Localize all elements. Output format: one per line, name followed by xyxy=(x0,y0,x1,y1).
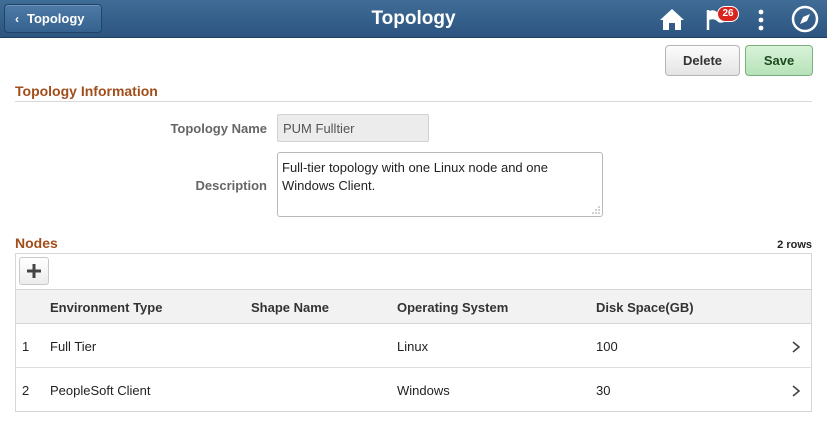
home-icon[interactable] xyxy=(659,7,685,31)
environment-type-cell: PeopleSoft Client xyxy=(50,383,151,398)
topology-name-field: PUM Fulltier xyxy=(277,114,429,142)
nodes-heading: Nodes xyxy=(15,235,58,251)
row-number: 1 xyxy=(22,339,30,354)
topology-information-heading: Topology Information xyxy=(15,83,158,99)
table-row[interactable]: 2 PeopleSoft Client Windows 30 xyxy=(16,368,811,412)
column-header-operating-system[interactable]: Operating System xyxy=(397,300,508,315)
nodes-grid: Environment Type Shape Name Operating Sy… xyxy=(15,253,812,412)
delete-button[interactable]: Delete xyxy=(665,45,740,76)
page-title: Topology xyxy=(371,8,456,29)
chevron-right-icon[interactable] xyxy=(791,340,801,354)
column-header-disk-space[interactable]: Disk Space(GB) xyxy=(596,300,694,315)
grid-toolbar xyxy=(16,254,811,290)
description-textarea[interactable]: Full-tier topology with one Linux node a… xyxy=(277,152,603,217)
description-label: Description xyxy=(195,178,267,193)
section-divider xyxy=(15,101,812,102)
row-count: 2 rows xyxy=(777,239,812,251)
column-header-environment-type[interactable]: Environment Type xyxy=(50,300,162,315)
app-header: ‹ Topology Topology 26 xyxy=(0,0,827,38)
add-row-button[interactable] xyxy=(19,257,49,285)
topology-name-label: Topology Name xyxy=(170,121,267,136)
chevron-right-icon[interactable] xyxy=(791,384,801,398)
save-button[interactable]: Save xyxy=(745,45,813,76)
disk-space-cell: 30 xyxy=(596,383,611,398)
table-row[interactable]: 1 Full Tier Linux 100 xyxy=(16,324,811,368)
plus-icon xyxy=(27,264,41,278)
column-header-shape-name[interactable]: Shape Name xyxy=(251,300,329,315)
row-number: 2 xyxy=(22,383,30,398)
resize-grip-icon[interactable] xyxy=(592,206,600,214)
grid-header: Environment Type Shape Name Operating Sy… xyxy=(16,290,811,324)
more-options-icon[interactable] xyxy=(756,9,766,31)
operating-system-cell: Windows xyxy=(397,383,450,398)
navbar-compass-icon[interactable] xyxy=(791,5,819,33)
notification-badge: 26 xyxy=(717,6,739,22)
description-text: Full-tier topology with one Linux node a… xyxy=(282,160,548,193)
environment-type-cell: Full Tier xyxy=(50,339,97,354)
operating-system-cell: Linux xyxy=(397,339,429,354)
disk-space-cell: 100 xyxy=(596,339,618,354)
